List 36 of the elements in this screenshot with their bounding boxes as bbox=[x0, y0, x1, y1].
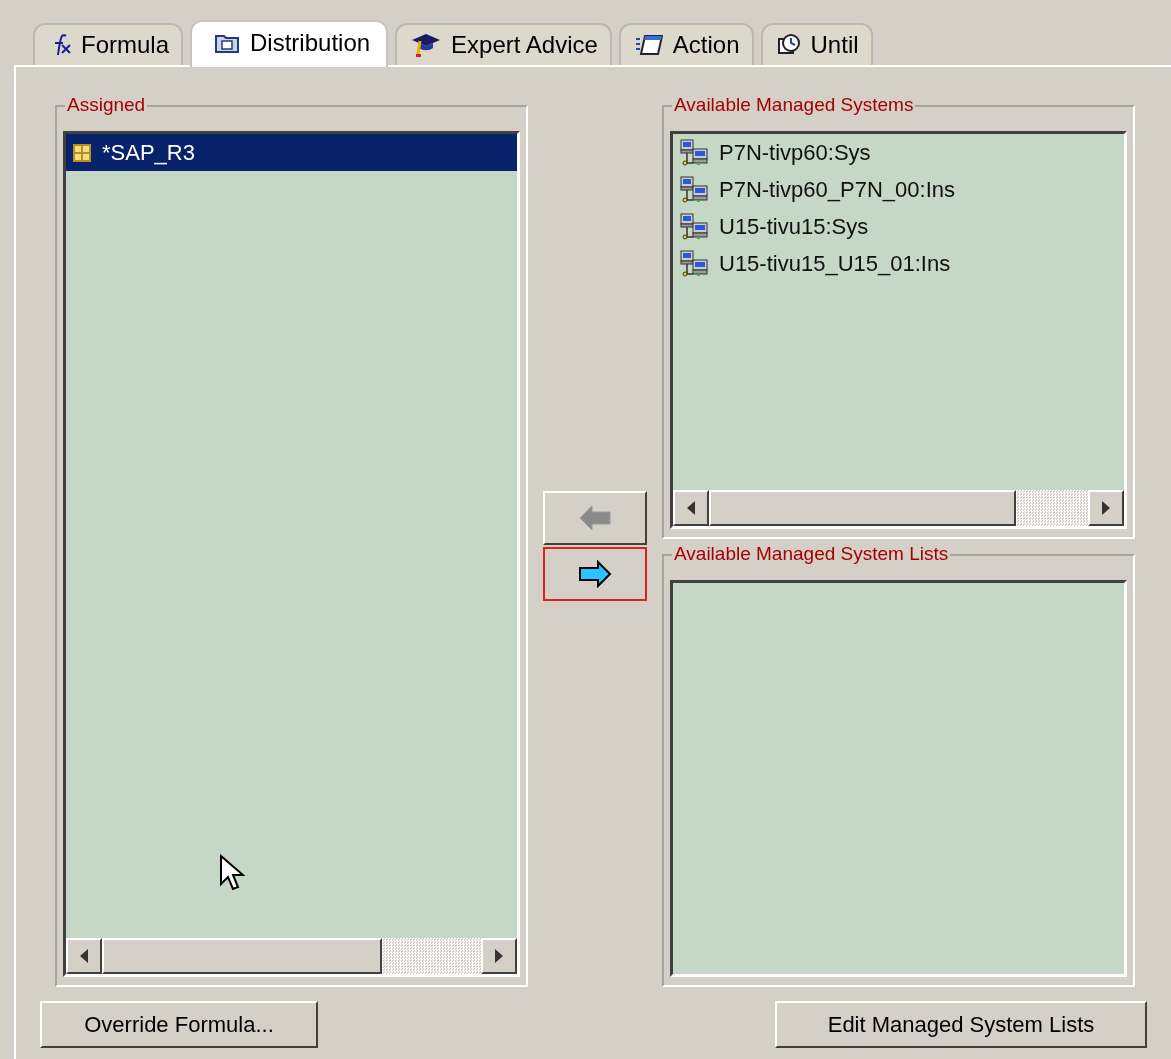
tab[interactable]: Expert Advice bbox=[395, 23, 612, 65]
network-computers-icon bbox=[679, 138, 709, 167]
network-computers-icon bbox=[679, 212, 709, 241]
tab[interactable]: Distribution bbox=[190, 20, 389, 67]
tab[interactable]: Formula bbox=[33, 23, 184, 65]
list-item[interactable]: U15-tivu15_U15_01:Ins bbox=[673, 245, 1124, 282]
right-arrow-icon bbox=[578, 560, 612, 588]
list-item[interactable]: P7N-tivp60_P7N_00:Ins bbox=[673, 171, 1124, 208]
graduation-cap-icon bbox=[411, 32, 442, 58]
scroll-right-button[interactable] bbox=[1088, 490, 1124, 526]
scroll-left-button[interactable] bbox=[673, 490, 709, 526]
edit-lists-button[interactable]: Edit Managed System Lists bbox=[775, 1001, 1147, 1048]
network-computers-icon bbox=[679, 249, 709, 278]
scroll-thumb[interactable] bbox=[102, 938, 382, 974]
scroll-thumb[interactable] bbox=[709, 490, 1016, 526]
action-list-icon bbox=[634, 34, 663, 56]
clock-icon bbox=[776, 33, 801, 57]
mouse-pointer-icon bbox=[219, 854, 245, 892]
left-triangle-icon bbox=[686, 500, 696, 516]
list-item[interactable]: U15-tivu15:Sys bbox=[673, 208, 1124, 245]
override-formula-button[interactable]: Override Formula... bbox=[40, 1001, 318, 1048]
scroll-left-button[interactable] bbox=[66, 938, 102, 974]
scroll-right-button[interactable] bbox=[481, 938, 517, 974]
list-box[interactable]: P7N-tivp60:Sys P7N-tivp60_P7N_00:Ins U15-tivu15:Sys U15-tivu15_U15_01:Ins bbox=[670, 131, 1127, 529]
right-triangle-icon bbox=[494, 948, 504, 964]
network-computers-icon bbox=[679, 175, 709, 204]
left-arrow-icon bbox=[578, 504, 612, 532]
list-item[interactable]: P7N-tivp60:Sys bbox=[673, 134, 1124, 171]
tab[interactable]: Action bbox=[618, 23, 754, 65]
tab[interactable]: Until bbox=[760, 23, 873, 65]
right-triangle-icon bbox=[1101, 500, 1111, 516]
list-box[interactable]: *SAP_R3 bbox=[63, 131, 520, 977]
add-button[interactable] bbox=[543, 547, 647, 601]
grid-icon bbox=[72, 142, 92, 163]
list-item[interactable]: *SAP_R3 bbox=[66, 134, 517, 171]
left-triangle-icon bbox=[79, 948, 89, 964]
